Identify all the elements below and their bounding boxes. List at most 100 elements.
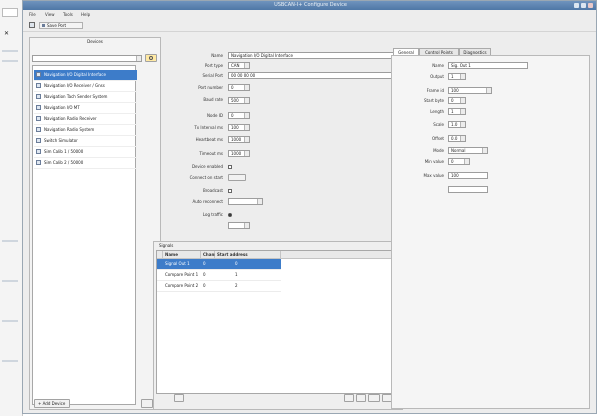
background-divider xyxy=(2,320,18,322)
device-icon xyxy=(36,149,41,154)
maximize-icon[interactable] xyxy=(581,3,586,8)
chevron-down-icon[interactable] xyxy=(482,148,487,153)
stepper-arrows-icon[interactable] xyxy=(244,151,249,156)
device-label: Navigation Radio Receiver xyxy=(44,116,97,121)
add-signal-button[interactable] xyxy=(174,394,184,402)
stepper-arrows-icon[interactable] xyxy=(244,223,249,228)
stepper-arrows-icon[interactable] xyxy=(460,109,465,114)
frame-id-select[interactable]: 100 xyxy=(448,87,492,94)
device-list-item[interactable]: Sim Calib 2 / 50000 xyxy=(34,158,137,169)
scale-stepper[interactable]: 1.0 xyxy=(448,121,466,128)
device-list-item[interactable]: Navigation I/O Digital Interface xyxy=(34,70,137,81)
chevron-down-icon[interactable] xyxy=(486,88,491,93)
offset-value: 0.0 xyxy=(451,136,458,141)
timeout-stepper[interactable]: 1000 xyxy=(228,150,250,157)
device-filter-input[interactable] xyxy=(32,55,142,62)
remove-device-button[interactable] xyxy=(141,399,153,408)
device-list[interactable]: Navigation I/O Digital Interface Navigat… xyxy=(32,65,137,405)
stepper-arrows-icon[interactable] xyxy=(460,136,465,141)
broadcast-checkbox[interactable] xyxy=(228,189,232,193)
column-header-channel[interactable]: Channel xyxy=(201,251,221,258)
table-row[interactable]: Compare Point 2 0 2 xyxy=(157,281,281,292)
device-label: Navigation I/O Digital Interface xyxy=(44,72,106,77)
device-label: Switch Simulator xyxy=(44,138,78,143)
device-list-item[interactable]: Navigation Tach Sender System xyxy=(34,92,137,103)
device-list-item[interactable]: Switch Simulator xyxy=(34,136,137,147)
column-header-name[interactable]: Name xyxy=(163,251,201,258)
stepper-arrows-icon[interactable] xyxy=(244,125,249,130)
node-id-stepper[interactable]: 0 xyxy=(228,112,250,119)
check-label: Broadcast xyxy=(202,188,223,193)
extra-input[interactable] xyxy=(448,186,488,193)
name-input[interactable]: Navigation I/O Digital Interface xyxy=(228,52,398,59)
stepper-arrows-icon[interactable] xyxy=(244,85,249,90)
search-button[interactable] xyxy=(145,54,157,62)
device-enabled-checkbox[interactable] xyxy=(228,165,232,169)
stepper-arrows-icon[interactable] xyxy=(244,98,249,103)
device-list-item[interactable]: Navigation Radio System xyxy=(34,125,137,136)
min-value-stepper[interactable]: 0 xyxy=(448,158,470,165)
save-port-label: Save Port xyxy=(47,23,67,28)
stepper-arrows-icon[interactable] xyxy=(244,137,249,142)
port-number-stepper[interactable]: 0 xyxy=(228,84,250,91)
tx-interval-stepper[interactable]: 100 xyxy=(228,124,250,131)
add-device-label: + Add Device xyxy=(38,401,66,406)
menu-file[interactable]: File xyxy=(29,12,36,17)
menu-bar: File View Tools Help xyxy=(23,11,596,19)
close-window-icon[interactable] xyxy=(588,3,593,8)
add-device-button[interactable]: + Add Device xyxy=(34,399,70,408)
field-label: Baud rate xyxy=(203,97,223,102)
auto-reconnect-select[interactable] xyxy=(228,198,263,205)
menu-tools[interactable]: Tools xyxy=(63,12,73,17)
menu-help[interactable]: Help xyxy=(81,12,90,17)
device-list-item[interactable]: Navigation Radio Receiver xyxy=(34,114,137,125)
device-icon xyxy=(36,127,41,132)
minimize-icon[interactable] xyxy=(574,3,579,8)
chevron-down-icon[interactable] xyxy=(244,63,249,68)
window-title: USBCAN-I+ Configure Device xyxy=(274,2,347,8)
baud-rate-stepper[interactable]: 500 xyxy=(228,97,250,104)
table-row[interactable]: Compare Point 1 0 1 xyxy=(157,270,281,281)
device-list-item[interactable]: Navigation I/O Receiver / Gnss xyxy=(34,81,137,92)
device-label: Sim Calib 2 / 50000 xyxy=(44,160,84,165)
background-divider xyxy=(2,360,18,362)
column-header-start[interactable]: Start address xyxy=(215,251,281,258)
background-app-toolbar xyxy=(2,8,18,17)
serial-port-input[interactable]: 00 00 00 00 xyxy=(228,72,398,79)
connect-on-start-button[interactable] xyxy=(228,174,246,181)
start-byte-value: 0 xyxy=(451,98,454,103)
heartbeat-value: 1000 xyxy=(231,137,242,142)
heartbeat-stepper[interactable]: 1000 xyxy=(228,136,250,143)
device-list-item[interactable]: Sim Calib 1 / 50000 xyxy=(34,147,137,158)
node-id-value: 0 xyxy=(231,113,234,118)
menu-view[interactable]: View xyxy=(45,12,55,17)
signal-name-input[interactable]: Sig. Out 1 xyxy=(448,62,528,69)
length-stepper[interactable]: 1 xyxy=(448,108,466,115)
cell-name: Signal Out 1 xyxy=(165,261,190,266)
stepper-arrows-icon[interactable] xyxy=(244,113,249,118)
move-down-button[interactable] xyxy=(356,394,366,402)
offset-stepper[interactable]: 0.0 xyxy=(448,135,466,142)
signals-table[interactable]: Name Channel Start address Signal Out 1 … xyxy=(156,250,400,394)
save-port-button[interactable]: Save Port xyxy=(39,22,83,29)
max-value-input[interactable]: 100 xyxy=(448,172,488,179)
extra-stepper[interactable] xyxy=(228,222,250,229)
device-list-item[interactable]: Navigation I/O MT xyxy=(34,103,137,114)
stepper-arrows-icon[interactable] xyxy=(460,122,465,127)
table-row[interactable]: Signal Out 1 0 0 xyxy=(157,259,281,270)
log-traffic-radio[interactable] xyxy=(228,213,232,217)
chevron-down-icon[interactable] xyxy=(257,199,262,204)
save-icon[interactable] xyxy=(29,22,35,28)
output-stepper[interactable]: 1 xyxy=(448,73,466,80)
stepper-arrows-icon[interactable] xyxy=(460,98,465,103)
device-icon xyxy=(36,138,41,143)
mode-select[interactable]: Normal xyxy=(448,147,488,154)
delete-signal-button[interactable] xyxy=(368,394,380,402)
stepper-arrows-icon[interactable] xyxy=(460,74,465,79)
stepper-arrows-icon[interactable] xyxy=(464,159,469,164)
start-byte-stepper[interactable]: 0 xyxy=(448,97,466,104)
chevron-down-icon[interactable] xyxy=(136,56,141,61)
signals-title: Signals xyxy=(159,243,174,248)
port-type-select[interactable]: CAN xyxy=(228,62,250,69)
move-up-button[interactable] xyxy=(344,394,354,402)
